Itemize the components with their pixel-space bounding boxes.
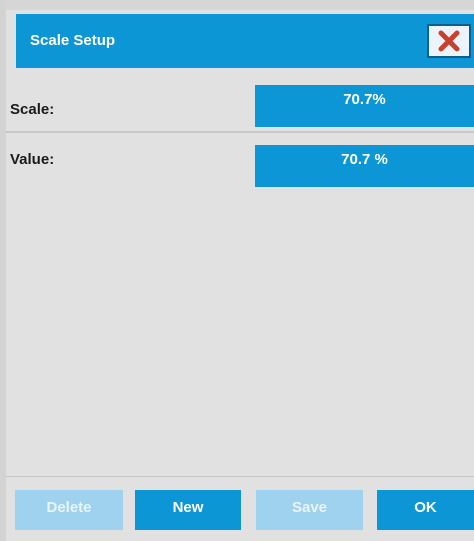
title-bar: Scale Setup — [16, 14, 474, 68]
dialog-title: Scale Setup — [30, 32, 116, 49]
dialog-left-edge — [0, 0, 6, 541]
save-button[interactable]: Save — [256, 490, 363, 530]
close-x-icon — [438, 30, 460, 52]
scale-setup-dialog: Scale Setup Scale: 70.7% Value: 70.7 % D… — [0, 0, 474, 541]
new-button[interactable]: New — [135, 490, 241, 530]
footer-divider — [6, 476, 474, 477]
scale-value-field[interactable]: 70.7% — [255, 85, 474, 127]
dialog-top-edge — [0, 0, 474, 10]
ok-button[interactable]: OK — [377, 490, 474, 530]
value-label: Value: — [10, 151, 55, 168]
scale-label: Scale: — [10, 101, 55, 118]
row-divider — [6, 131, 474, 133]
close-button[interactable] — [427, 24, 471, 58]
delete-button[interactable]: Delete — [15, 490, 123, 530]
value-value-field[interactable]: 70.7 % — [255, 145, 474, 187]
